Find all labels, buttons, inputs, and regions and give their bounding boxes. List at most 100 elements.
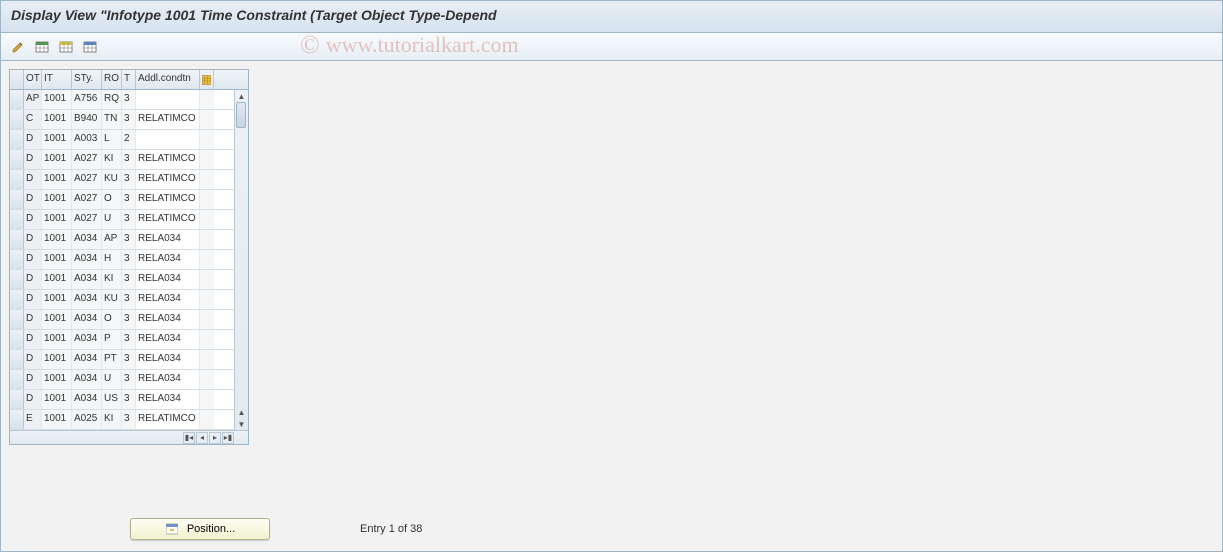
cell-sty[interactable]: A027 (72, 170, 102, 189)
cell-it[interactable]: 1001 (42, 290, 72, 309)
cell-it[interactable]: 1001 (42, 390, 72, 409)
column-header-addl-condtn[interactable]: Addl.condtn (136, 70, 200, 89)
vertical-scrollbar[interactable]: ▲ ▲ ▼ (234, 90, 248, 430)
cell-t[interactable]: 3 (122, 150, 136, 169)
cell-ac[interactable]: RELATIMCO (136, 210, 200, 229)
row-selector[interactable] (10, 150, 24, 169)
row-selector[interactable] (10, 390, 24, 409)
cell-ot[interactable]: D (24, 290, 42, 309)
scroll-thumb[interactable] (236, 102, 246, 128)
cell-ro[interactable]: US (102, 390, 122, 409)
cell-t[interactable]: 3 (122, 270, 136, 289)
cell-ac[interactable]: RELATIMCO (136, 190, 200, 209)
row-selector[interactable] (10, 410, 24, 429)
cell-ro[interactable]: KI (102, 270, 122, 289)
cell-ro[interactable]: U (102, 210, 122, 229)
cell-sty[interactable]: B940 (72, 110, 102, 129)
cell-it[interactable]: 1001 (42, 150, 72, 169)
row-selector[interactable] (10, 350, 24, 369)
cell-ro[interactable]: O (102, 190, 122, 209)
cell-it[interactable]: 1001 (42, 230, 72, 249)
cell-t[interactable]: 3 (122, 210, 136, 229)
cell-t[interactable]: 3 (122, 250, 136, 269)
cell-ro[interactable]: AP (102, 230, 122, 249)
horizontal-scrollbar[interactable]: ▮◂ ◂ ▸ ▸▮ (10, 430, 248, 444)
cell-ro[interactable]: P (102, 330, 122, 349)
cell-t[interactable]: 3 (122, 90, 136, 109)
row-selector[interactable] (10, 90, 24, 109)
cell-t[interactable]: 3 (122, 170, 136, 189)
cell-sty[interactable]: A027 (72, 150, 102, 169)
cell-ac[interactable]: RELATIMCO (136, 410, 200, 429)
row-selector[interactable] (10, 110, 24, 129)
column-header-t[interactable]: T (122, 70, 136, 89)
cell-ot[interactable]: D (24, 210, 42, 229)
cell-t[interactable]: 3 (122, 330, 136, 349)
cell-ot[interactable]: AP (24, 90, 42, 109)
cell-ro[interactable]: KI (102, 410, 122, 429)
cell-sty[interactable]: A034 (72, 390, 102, 409)
cell-ac[interactable]: RELA034 (136, 370, 200, 389)
cell-it[interactable]: 1001 (42, 350, 72, 369)
row-selector[interactable] (10, 310, 24, 329)
cell-it[interactable]: 1001 (42, 330, 72, 349)
cell-t[interactable]: 3 (122, 410, 136, 429)
cell-sty[interactable]: A034 (72, 250, 102, 269)
cell-sty[interactable]: A034 (72, 370, 102, 389)
cell-ac[interactable]: RELA034 (136, 390, 200, 409)
cell-it[interactable]: 1001 (42, 110, 72, 129)
cell-t[interactable]: 3 (122, 110, 136, 129)
row-selector[interactable] (10, 190, 24, 209)
cell-ro[interactable]: TN (102, 110, 122, 129)
cell-ac[interactable]: RELATIMCO (136, 150, 200, 169)
table-settings-button[interactable] (81, 38, 99, 56)
cell-sty[interactable]: A034 (72, 290, 102, 309)
scroll-left-button[interactable]: ◂ (196, 432, 208, 444)
cell-ac[interactable]: RELA034 (136, 290, 200, 309)
cell-ro[interactable]: H (102, 250, 122, 269)
scroll-page-up-button[interactable]: ▲ (236, 406, 248, 418)
cell-sty[interactable]: A025 (72, 410, 102, 429)
header-row-selector[interactable] (10, 70, 24, 89)
row-selector[interactable] (10, 250, 24, 269)
cell-ot[interactable]: D (24, 250, 42, 269)
grid-configure-button[interactable] (200, 70, 214, 89)
cell-ac[interactable]: RELA034 (136, 330, 200, 349)
cell-sty[interactable]: A034 (72, 270, 102, 289)
cell-sty[interactable]: A034 (72, 230, 102, 249)
row-selector[interactable] (10, 370, 24, 389)
cell-ot[interactable]: D (24, 370, 42, 389)
cell-it[interactable]: 1001 (42, 250, 72, 269)
cell-sty[interactable]: A027 (72, 190, 102, 209)
cell-ac[interactable]: RELA034 (136, 250, 200, 269)
cell-sty[interactable]: A756 (72, 90, 102, 109)
cell-ot[interactable]: D (24, 270, 42, 289)
scroll-down-button[interactable]: ▼ (236, 418, 248, 430)
cell-sty[interactable]: A003 (72, 130, 102, 149)
cell-it[interactable]: 1001 (42, 210, 72, 229)
cell-t[interactable]: 3 (122, 390, 136, 409)
cell-ac[interactable]: RELA034 (136, 270, 200, 289)
cell-ot[interactable]: D (24, 150, 42, 169)
cell-ro[interactable]: PT (102, 350, 122, 369)
cell-ac[interactable]: RELA034 (136, 230, 200, 249)
cell-sty[interactable]: A027 (72, 210, 102, 229)
column-header-sty[interactable]: STy. (72, 70, 102, 89)
cell-it[interactable]: 1001 (42, 190, 72, 209)
cell-ot[interactable]: D (24, 230, 42, 249)
cell-ro[interactable]: KI (102, 150, 122, 169)
row-selector[interactable] (10, 330, 24, 349)
cell-it[interactable]: 1001 (42, 310, 72, 329)
cell-ro[interactable]: U (102, 370, 122, 389)
cell-ot[interactable]: D (24, 170, 42, 189)
cell-it[interactable]: 1001 (42, 410, 72, 429)
row-selector[interactable] (10, 170, 24, 189)
cell-sty[interactable]: A034 (72, 350, 102, 369)
cell-ot[interactable]: D (24, 310, 42, 329)
scroll-track[interactable] (235, 102, 248, 406)
cell-it[interactable]: 1001 (42, 130, 72, 149)
column-header-it[interactable]: IT (42, 70, 72, 89)
cell-t[interactable]: 2 (122, 130, 136, 149)
cell-t[interactable]: 3 (122, 350, 136, 369)
cell-ro[interactable]: KU (102, 290, 122, 309)
